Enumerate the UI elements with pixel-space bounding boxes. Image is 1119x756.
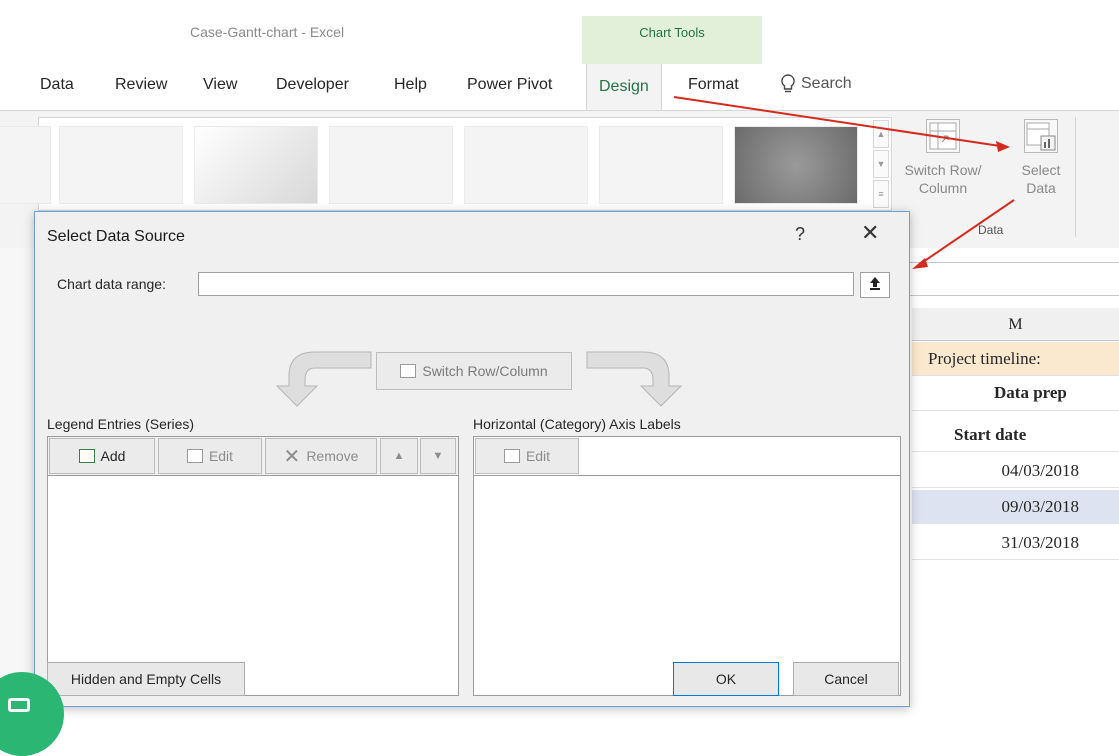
tab-data[interactable]: Data [40, 76, 74, 94]
tab-format[interactable]: Format [688, 76, 739, 94]
hidden-empty-cells-button[interactable]: Hidden and Empty Cells [47, 662, 245, 696]
axis-toolbar: Edit [474, 437, 900, 476]
chart-tools-label: Chart Tools [639, 25, 705, 40]
search-label: Search [801, 75, 852, 92]
collapse-dialog-icon[interactable] [860, 272, 890, 298]
remove-series-button[interactable]: ✕ Remove [265, 438, 377, 474]
switch-row-column-button[interactable]: Switch Row/Column [376, 352, 572, 390]
tab-view[interactable]: View [203, 76, 237, 94]
title-bar: Case-Gantt-chart - Excel Chart Tools [0, 0, 1119, 64]
add-series-button[interactable]: Add [49, 438, 155, 474]
column-header-m[interactable]: M [912, 308, 1119, 341]
formula-bar[interactable] [909, 262, 1119, 296]
category-axis-labels-label: Horizontal (Category) Axis Labels [473, 416, 681, 432]
ribbon-tabs: Data Review View Developer Help Power Pi… [0, 64, 1119, 110]
switch-row-column-icon [926, 119, 960, 153]
legend-entries-panel: Add Edit ✕ Remove ▲ ▼ [47, 436, 459, 696]
add-label: Add [100, 448, 126, 464]
tab-power-pivot[interactable]: Power Pivot [467, 76, 552, 94]
switch-row-column-line2: Column [918, 180, 968, 196]
add-series-icon [78, 449, 95, 463]
switch-row-column-ribbon-button[interactable]: Switch Row/ Column [903, 119, 983, 197]
group-separator [1075, 117, 1076, 237]
cell-date[interactable]: 31/03/2018 [912, 526, 1119, 560]
chart-style-thumbnail[interactable] [464, 126, 588, 204]
arrow-up-icon: ▲ [393, 450, 405, 462]
cell-date[interactable]: 04/03/2018 [912, 454, 1119, 488]
right-curved-arrow-icon [586, 351, 683, 407]
chart-style-thumbnail[interactable] [329, 126, 453, 204]
chart-data-range-label: Chart data range: [57, 276, 166, 292]
legend-toolbar: Add Edit ✕ Remove ▲ ▼ [48, 437, 458, 476]
chart-data-range-input[interactable] [198, 272, 854, 296]
close-icon[interactable]: ✕ [861, 220, 879, 246]
select-data-line1: Select [1021, 162, 1061, 178]
switch-row-column-label: Switch Row/Column [422, 363, 548, 379]
edit-label: Edit [208, 448, 234, 464]
edit-icon [186, 449, 203, 463]
tab-developer[interactable]: Developer [276, 76, 349, 94]
select-data-line2: Data [1026, 180, 1056, 196]
switch-row-column-line1: Switch Row/ [904, 162, 982, 178]
document-title: Case-Gantt-chart - Excel [190, 24, 345, 40]
chart-style-thumbnail[interactable] [734, 126, 858, 204]
remove-x-icon: ✕ [283, 445, 301, 468]
row-header-strip [0, 248, 36, 717]
dialog-title: Select Data Source [47, 228, 185, 245]
select-data-ribbon-button[interactable]: Select Data [1010, 119, 1072, 197]
category-axis-panel: Edit [473, 436, 901, 696]
chart-style-thumbnail[interactable] [599, 126, 723, 204]
ok-button[interactable]: OK [673, 662, 779, 696]
legend-entries-label: Legend Entries (Series) [47, 416, 195, 432]
cell-project-timeline[interactable]: Project timeline: [912, 342, 1119, 376]
cell-start-date-header[interactable]: Start date [912, 418, 1119, 452]
edit-icon [503, 449, 520, 463]
chart-style-thumbnail[interactable] [0, 126, 51, 204]
data-prep-text: Data prep [994, 383, 1067, 402]
brand-logo-mark [8, 698, 30, 712]
tab-help[interactable]: Help [394, 76, 427, 94]
chart-style-thumbnail[interactable] [59, 126, 183, 204]
select-data-source-dialog: Select Data Source ? ✕ Chart data range:… [34, 211, 910, 707]
arrow-down-icon: ▼ [432, 450, 444, 462]
axis-edit-label: Edit [525, 448, 551, 464]
cell-date[interactable]: 09/03/2018 [912, 490, 1119, 524]
tab-review[interactable]: Review [115, 76, 167, 94]
remove-label: Remove [306, 448, 359, 464]
help-button[interactable]: ? [795, 224, 805, 245]
gallery-more-button[interactable]: ≡ [873, 180, 889, 208]
move-down-button[interactable]: ▼ [420, 438, 456, 474]
gallery-scroll-up-button[interactable]: ▲ [873, 120, 889, 148]
cancel-button[interactable]: Cancel [793, 662, 899, 696]
edit-axis-labels-button[interactable]: Edit [475, 438, 579, 474]
switch-row-column-icon [400, 364, 417, 378]
left-curved-arrow-icon [275, 351, 372, 407]
tab-design[interactable]: Design [586, 64, 662, 110]
data-group-label: Data [978, 223, 1004, 237]
gallery-scroll-down-button[interactable]: ▼ [873, 150, 889, 178]
chart-style-thumbnail[interactable] [194, 126, 318, 204]
chart-styles-gallery[interactable]: ▲ ▼ ≡ [0, 117, 892, 211]
select-data-icon [1024, 119, 1058, 153]
chart-tools-context-group: Chart Tools [582, 16, 762, 64]
edit-series-button[interactable]: Edit [158, 438, 262, 474]
tell-me-search[interactable]: Search [781, 74, 852, 94]
dialog-body: Chart data range: Switch Row/Column Lege… [35, 260, 909, 706]
lightbulb-icon [781, 74, 795, 93]
move-up-button[interactable]: ▲ [380, 438, 418, 474]
cell-data-prep[interactable]: Data prep [912, 376, 1119, 411]
